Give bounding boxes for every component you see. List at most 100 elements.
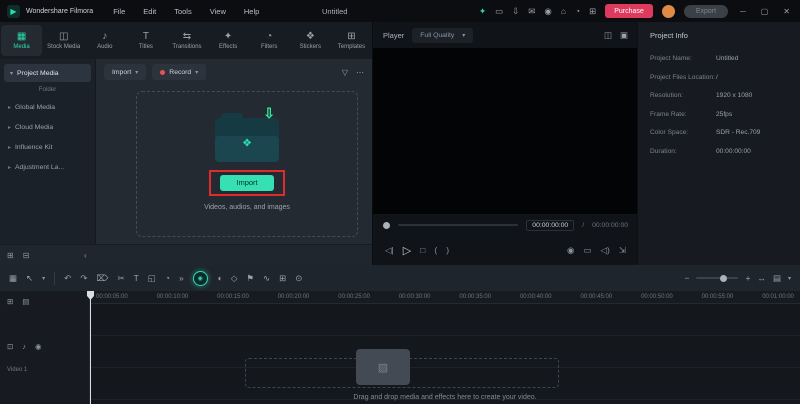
minimize-button[interactable]: ─ <box>737 7 749 16</box>
tab-stickers[interactable]: ❖ Stickers <box>290 22 331 59</box>
tab-titles[interactable]: T Titles <box>125 22 166 59</box>
menu-file[interactable]: File <box>113 7 125 16</box>
ruler-label: 00:00:55:00 <box>702 294 734 300</box>
new-folder-icon[interactable]: ⊞ <box>7 251 14 260</box>
playhead[interactable] <box>90 291 91 404</box>
display-mode-icon[interactable]: ▭ <box>583 245 591 256</box>
close-button[interactable]: ✕ <box>780 7 793 16</box>
zoom-in-icon[interactable]: + <box>745 273 750 283</box>
menu-view[interactable]: View <box>210 7 226 16</box>
keyframe-icon[interactable]: ◇ <box>231 273 238 284</box>
purchase-button[interactable]: Purchase <box>605 4 653 18</box>
chevron-right-icon: ▸ <box>8 164 11 171</box>
track-eye-icon[interactable]: ◉ <box>35 342 42 351</box>
menu-tools[interactable]: Tools <box>174 7 192 16</box>
zoom-out-icon[interactable]: − <box>685 273 690 283</box>
track-mute-icon[interactable]: ♪ <box>22 342 26 351</box>
redo-icon[interactable]: ↷ <box>80 273 87 284</box>
download-icon[interactable]: ⇩ <box>512 6 519 17</box>
camera-icon[interactable]: ◉ <box>544 6 551 17</box>
timeline-ruler[interactable]: 00:00:05:00 00:00:10:00 00:00:15:00 00:0… <box>90 291 800 304</box>
quality-selector[interactable]: Full Quality ▾ <box>412 28 473 43</box>
maximize-button[interactable]: ▢ <box>758 7 772 16</box>
mark-out-icon[interactable]: ) <box>446 245 449 255</box>
zoom-slider[interactable] <box>696 277 738 279</box>
split-view-icon[interactable]: ◫ <box>604 30 612 41</box>
menu-edit[interactable]: Edit <box>143 7 156 16</box>
previous-frame-icon[interactable]: ◁| <box>385 245 394 256</box>
zoom-slider-knob[interactable] <box>720 275 727 282</box>
play-icon[interactable]: ▷ <box>403 244 411 257</box>
seek-track[interactable] <box>398 224 518 226</box>
track-label: Video 1 <box>7 367 82 373</box>
import-media-button[interactable]: Import <box>220 175 274 191</box>
grid-view-icon[interactable]: ▦ <box>9 273 17 284</box>
sidebar-item-label: Influence Kit <box>15 144 52 151</box>
tab-audio[interactable]: ♪ Audio <box>84 22 125 59</box>
ai-tool-icon[interactable]: ◉ <box>193 271 208 286</box>
feedback-icon[interactable]: ✉ <box>528 6 535 17</box>
document-title: Untitled <box>322 7 347 16</box>
apps-icon[interactable]: ⊞ <box>589 6 596 17</box>
stop-icon[interactable]: □ <box>420 245 425 255</box>
notification-icon[interactable]: ◔ <box>575 6 580 16</box>
tab-transitions[interactable]: ⇆ Transitions <box>166 22 207 59</box>
caret-down-icon[interactable]: ▾ <box>788 275 791 282</box>
track-view-icon[interactable]: ▤ <box>773 273 781 284</box>
tab-filters[interactable]: ◔ Filters <box>249 22 290 59</box>
device-icon[interactable]: ▭ <box>495 6 503 17</box>
tab-stock-media[interactable]: ◫ Stock Media <box>43 22 84 59</box>
sidebar-item-cloud-media[interactable]: ▸ Cloud Media <box>0 117 95 137</box>
delete-icon[interactable]: ⌦ <box>96 273 108 284</box>
sidebar-item-project-media[interactable]: ▾ Project Media <box>4 64 91 82</box>
video-preview[interactable] <box>373 48 638 214</box>
snapshot-icon[interactable]: ◉ <box>567 245 574 256</box>
speed-icon[interactable]: ◔ <box>165 273 170 283</box>
crop-icon[interactable]: ◱ <box>148 273 156 284</box>
collapse-sidebar-icon[interactable]: ‹ <box>84 251 87 260</box>
timecode-separator: / <box>582 222 584 229</box>
academy-icon[interactable]: ⌂ <box>561 6 566 16</box>
add-track-icon[interactable]: ⊞ <box>7 297 13 306</box>
info-row-duration: Duration: 00:00:00:00 <box>650 147 788 157</box>
select-tool-icon[interactable]: ↖ <box>26 273 33 284</box>
media-dropzone[interactable]: ❖ ⇩ Import Videos, audios, and images <box>136 91 358 237</box>
split-icon[interactable]: ✂ <box>117 273 124 284</box>
import-dropdown-button[interactable]: Import ▾ <box>104 64 146 80</box>
split-screen-icon[interactable]: ⊞ <box>279 273 286 284</box>
track-lock-icon[interactable]: ⊡ <box>7 342 13 351</box>
export-button[interactable]: Export <box>684 5 728 18</box>
text-tool-icon[interactable]: T <box>134 273 139 283</box>
speaker-icon[interactable]: ◁) <box>601 245 610 256</box>
fit-timeline-icon[interactable]: ↔ <box>757 273 766 283</box>
mark-in-icon[interactable]: ( <box>434 245 437 255</box>
undo-icon[interactable]: ↶ <box>64 273 71 284</box>
record-dropdown-button[interactable]: Record ▾ <box>152 64 206 80</box>
fullscreen-icon[interactable]: ⇲ <box>619 245 626 256</box>
gift-icon[interactable]: ✦ <box>479 6 486 17</box>
track-options-icon[interactable]: ▤ <box>22 297 29 306</box>
voiceover-icon[interactable]: ∿ <box>263 273 270 284</box>
sidebar-item-global-media[interactable]: ▸ Global Media <box>0 97 95 117</box>
more-options-icon[interactable]: ⋯ <box>356 68 364 77</box>
info-label: Project Name: <box>650 54 716 64</box>
expand-view-icon[interactable]: ▣ <box>620 30 628 41</box>
timeline-tracks[interactable] <box>90 304 800 404</box>
marker-icon[interactable]: ⚑ <box>246 273 254 284</box>
mask-icon[interactable]: ◖ <box>217 273 222 283</box>
menu-help[interactable]: Help <box>244 7 259 16</box>
sidebar-item-adjustment-layer[interactable]: ▸ Adjustment La... <box>0 157 95 177</box>
avatar[interactable] <box>662 5 675 18</box>
more-tools-icon[interactable]: » <box>179 273 184 283</box>
seek-handle[interactable] <box>383 222 390 229</box>
sidebar-item-influence-kit[interactable]: ▸ Influence Kit <box>0 137 95 157</box>
titlebar-right: ✦ ▭ ⇩ ✉ ◉ ⌂ ◔ ⊞ Purchase Export ─ ▢ ✕ <box>479 4 793 18</box>
media-bottom-bar: ⊞ ⊟ ‹ <box>0 244 372 265</box>
delete-folder-icon[interactable]: ⊟ <box>23 251 30 260</box>
tab-media[interactable]: ▦ Media <box>1 25 42 56</box>
filter-icon[interactable]: ▽ <box>342 68 348 77</box>
tab-effects[interactable]: ✦ Effects <box>208 22 249 59</box>
chroma-key-icon[interactable]: ⊙ <box>295 273 302 284</box>
track-control-icons: ⊡ ♪ ◉ <box>7 342 82 351</box>
tab-templates[interactable]: ⊞ Templates <box>331 22 372 59</box>
